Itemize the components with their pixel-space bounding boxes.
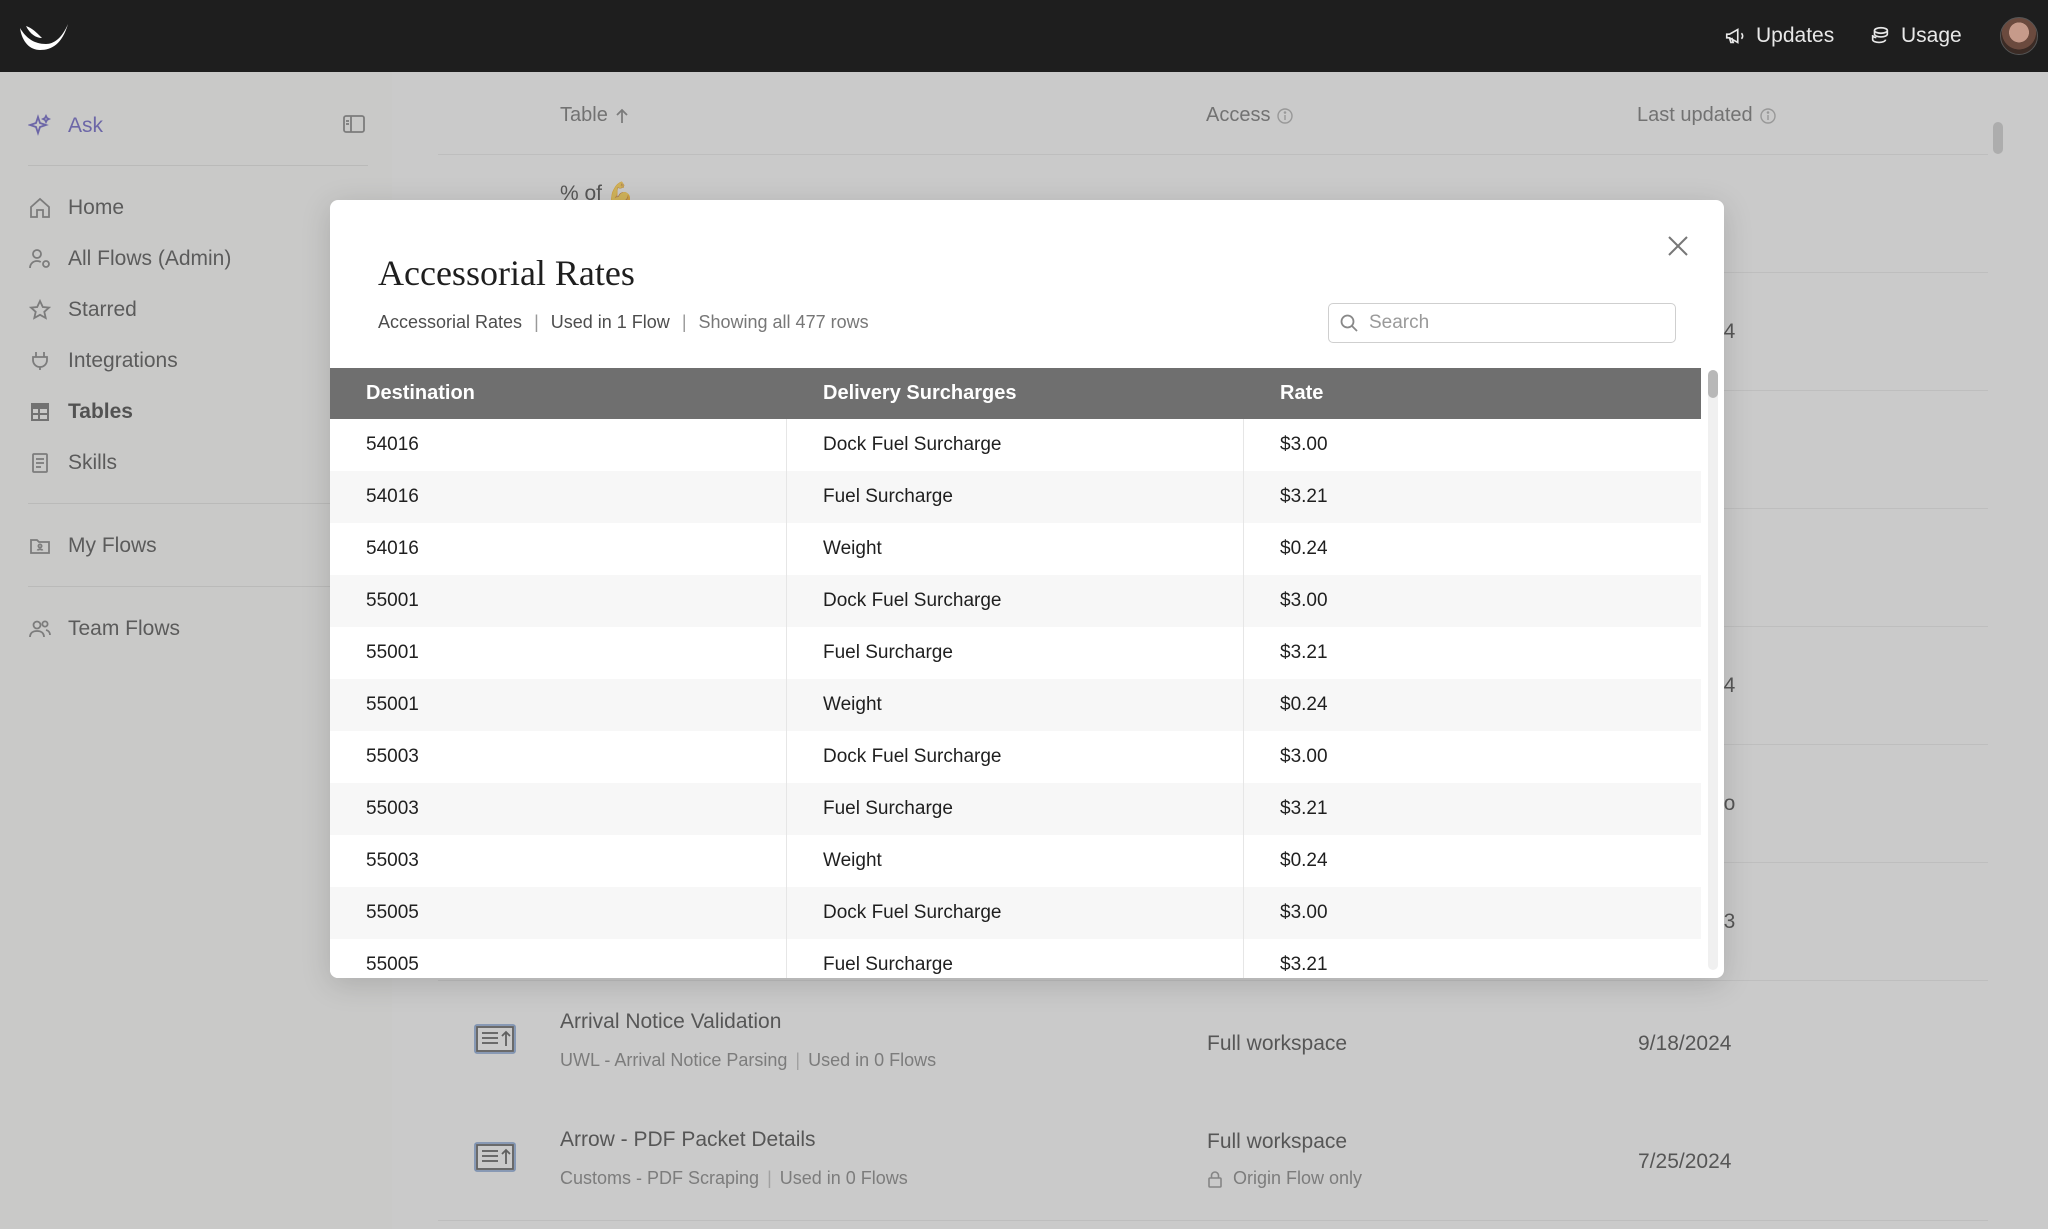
cell-destination[interactable]: 55001 — [330, 679, 787, 731]
cell-destination[interactable]: 54016 — [330, 419, 787, 471]
cell-rate[interactable]: $3.00 — [1244, 419, 1701, 471]
grid-body: 54016 Dock Fuel Surcharge $3.00 54016 Fuel S… — [330, 419, 1701, 978]
close-icon[interactable] — [1664, 232, 1692, 260]
column-header-destination[interactable]: Destination — [330, 382, 787, 405]
cell-destination[interactable]: 55001 — [330, 627, 787, 679]
table-row[interactable]: 55005 Fuel Surcharge $3.21 — [330, 939, 1701, 978]
cell-delivery-surcharge[interactable]: Fuel Surcharge — [787, 471, 1244, 523]
cell-rate[interactable]: $3.00 — [1244, 887, 1701, 939]
cell-delivery-surcharge[interactable]: Fuel Surcharge — [787, 783, 1244, 835]
table-row[interactable]: 55001 Weight $0.24 — [330, 679, 1701, 731]
top-bar: Updates Usage — [0, 0, 2048, 72]
table-row[interactable]: 54016 Weight $0.24 — [330, 523, 1701, 575]
modal-scroll-thumb[interactable] — [1708, 370, 1718, 398]
user-avatar[interactable] — [2000, 17, 2038, 55]
cell-destination[interactable]: 54016 — [330, 523, 787, 575]
brand-logo-icon[interactable] — [18, 22, 70, 50]
cell-delivery-surcharge[interactable]: Dock Fuel Surcharge — [787, 731, 1244, 783]
cell-destination[interactable]: 54016 — [330, 471, 787, 523]
cell-destination[interactable]: 55001 — [330, 575, 787, 627]
cell-delivery-surcharge[interactable]: Weight — [787, 835, 1244, 887]
cell-rate[interactable]: $0.24 — [1244, 679, 1701, 731]
modal-title: Accessorial Rates — [378, 253, 635, 293]
column-header-delivery-surcharges[interactable]: Delivery Surcharges — [787, 382, 1244, 405]
updates-label: Updates — [1756, 24, 1835, 47]
table-row[interactable]: 54016 Fuel Surcharge $3.21 — [330, 471, 1701, 523]
cell-delivery-surcharge[interactable]: Fuel Surcharge — [787, 939, 1244, 978]
search-box[interactable] — [1328, 303, 1676, 343]
cell-rate[interactable]: $3.21 — [1244, 627, 1701, 679]
cell-destination[interactable]: 55003 — [330, 731, 787, 783]
cell-destination[interactable]: 55005 — [330, 887, 787, 939]
modal-scroll-track[interactable] — [1708, 370, 1718, 970]
cell-delivery-surcharge[interactable]: Fuel Surcharge — [787, 627, 1244, 679]
cell-rate[interactable]: $3.21 — [1244, 939, 1701, 978]
table-preview-modal: Accessorial Rates Accessorial Rates | Us… — [330, 200, 1724, 978]
cell-rate[interactable]: $3.00 — [1244, 575, 1701, 627]
cell-delivery-surcharge[interactable]: Weight — [787, 679, 1244, 731]
cell-rate[interactable]: $3.00 — [1244, 731, 1701, 783]
cell-rate[interactable]: $0.24 — [1244, 835, 1701, 887]
search-input[interactable] — [1369, 312, 1659, 334]
updates-button[interactable]: Updates — [1724, 22, 1834, 50]
coins-icon — [1871, 26, 1889, 44]
cell-delivery-surcharge[interactable]: Dock Fuel Surcharge — [787, 575, 1244, 627]
table-row[interactable]: 55001 Dock Fuel Surcharge $3.00 — [330, 575, 1701, 627]
cell-rate[interactable]: $0.24 — [1244, 523, 1701, 575]
column-header-rate[interactable]: Rate — [1244, 382, 1701, 405]
usage-button[interactable]: Usage — [1869, 22, 1962, 50]
cell-delivery-surcharge[interactable]: Weight — [787, 523, 1244, 575]
modal-subtitle: Accessorial Rates | Used in 1 Flow | Sho… — [378, 312, 869, 332]
table-row[interactable]: 55003 Dock Fuel Surcharge $3.00 — [330, 731, 1701, 783]
table-row[interactable]: 55001 Fuel Surcharge $3.21 — [330, 627, 1701, 679]
cell-delivery-surcharge[interactable]: Dock Fuel Surcharge — [787, 419, 1244, 471]
table-row[interactable]: 55003 Fuel Surcharge $3.21 — [330, 783, 1701, 835]
cell-destination[interactable]: 55005 — [330, 939, 787, 978]
cell-rate[interactable]: $3.21 — [1244, 783, 1701, 835]
grid-header: Destination Delivery Surcharges Rate — [330, 368, 1701, 419]
cell-delivery-surcharge[interactable]: Dock Fuel Surcharge — [787, 887, 1244, 939]
megaphone-icon — [1725, 28, 1744, 44]
data-grid: Destination Delivery Surcharges Rate 540… — [330, 368, 1701, 978]
cell-destination[interactable]: 55003 — [330, 783, 787, 835]
cell-rate[interactable]: $3.21 — [1244, 471, 1701, 523]
search-icon — [1340, 314, 1358, 332]
cell-destination[interactable]: 55003 — [330, 835, 787, 887]
table-row[interactable]: 55003 Weight $0.24 — [330, 835, 1701, 887]
table-row[interactable]: 54016 Dock Fuel Surcharge $3.00 — [330, 419, 1701, 471]
table-row[interactable]: 55005 Dock Fuel Surcharge $3.00 — [330, 887, 1701, 939]
usage-label: Usage — [1901, 24, 1962, 47]
